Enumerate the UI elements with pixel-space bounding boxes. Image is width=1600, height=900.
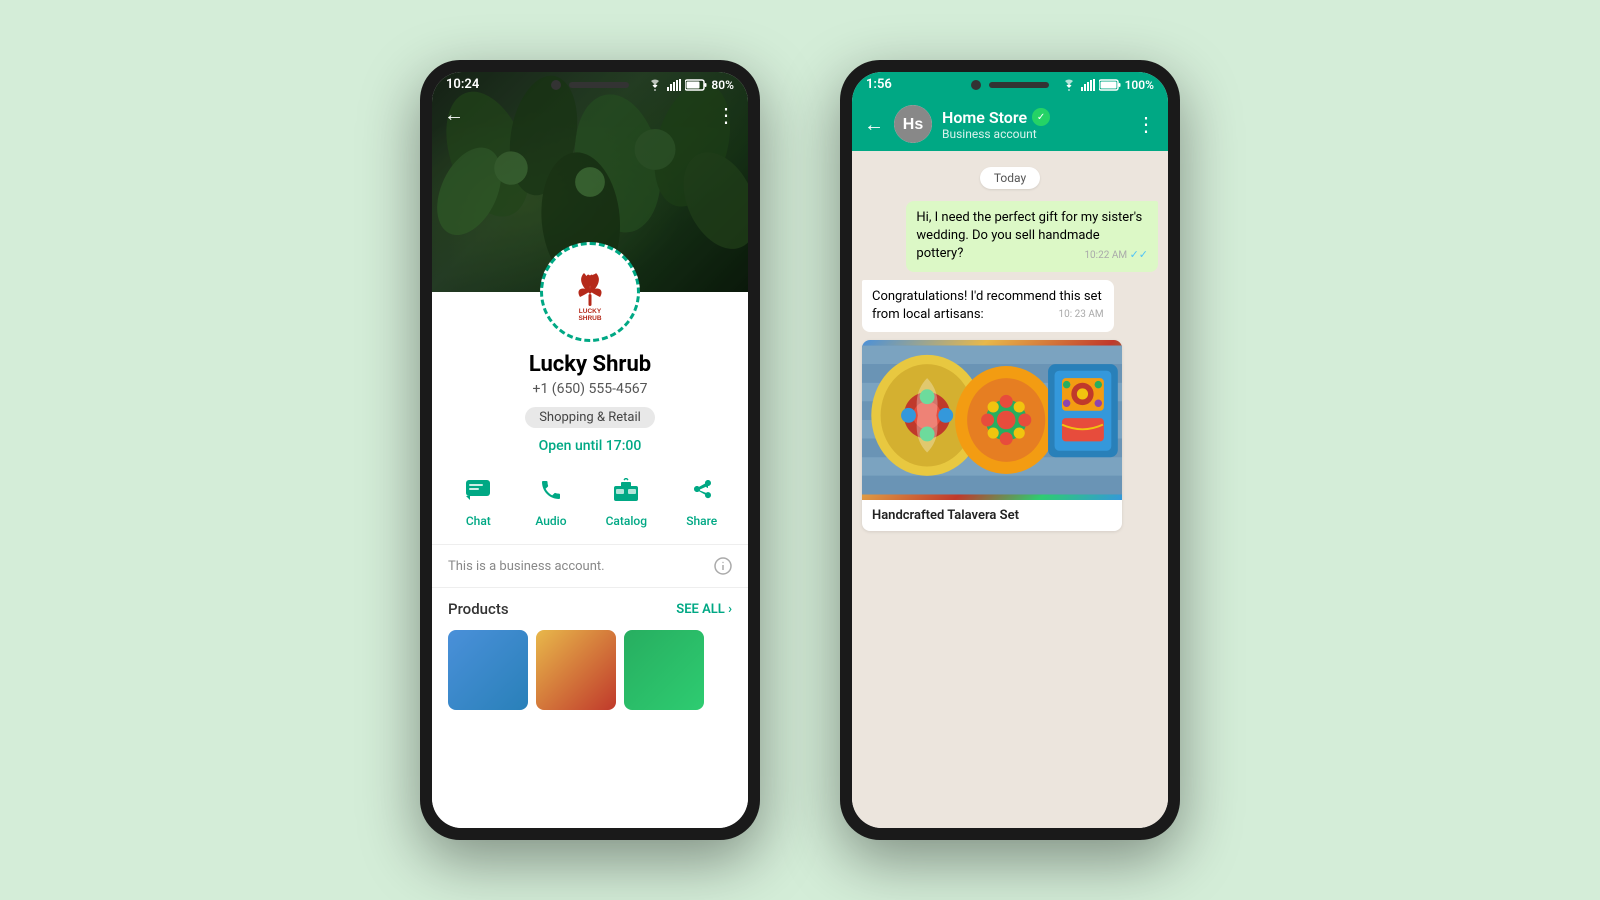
chevron-right-icon: › (728, 602, 732, 617)
see-all-button[interactable]: SEE ALL › (676, 602, 732, 617)
profile-screen: 10:24 (432, 72, 748, 828)
profile-header-bg: 10:24 (432, 72, 748, 292)
share-action-button[interactable]: Share (684, 472, 720, 528)
status-icons-1: 80% (647, 78, 734, 92)
home-store-avatar-svg: Hs (894, 105, 932, 143)
verified-badge: ✓ (1032, 108, 1050, 126)
product-image (862, 340, 1122, 500)
profile-info-section: Lucky Shrub +1 (650) 555-4567 Shopping &… (432, 292, 748, 828)
status-time-1: 10:24 (446, 77, 479, 92)
battery-icon-2 (1099, 79, 1121, 91)
chat-icon (460, 472, 496, 508)
profile-actions: Chat Audio (432, 472, 748, 545)
phone-profile: 10:24 (420, 60, 760, 840)
double-tick-icon: ✓✓ (1130, 248, 1148, 261)
message-time-2: 10: 23 AM (1058, 308, 1103, 322)
pottery-svg (862, 340, 1122, 500)
chat-header: ← Hs Home Store ✓ Business accoun (852, 97, 1168, 151)
battery-text-2: 100% (1125, 78, 1154, 92)
business-phone: +1 (650) 555-4567 (533, 381, 648, 397)
wifi-icon (647, 79, 663, 91)
chat-action-button[interactable]: Chat (460, 472, 496, 528)
catalog-icon (608, 472, 644, 508)
battery-text-1: 80% (711, 78, 734, 92)
business-name: Lucky Shrub (529, 352, 651, 377)
product-thumb-2 (536, 630, 616, 710)
products-section: Products SEE ALL › (432, 588, 748, 630)
status-icons-2: 100% (1061, 78, 1154, 92)
info-icon (714, 557, 732, 575)
chat-more-button[interactable]: ⋮ (1136, 112, 1156, 136)
svg-text:Hs: Hs (903, 116, 924, 133)
product-thumb-3 (624, 630, 704, 710)
message-received-1: Congratulations! I'd recommend this set … (862, 280, 1114, 332)
chat-contact-info: Home Store ✓ Business account (942, 108, 1126, 141)
catalog-action-label: Catalog (606, 514, 647, 528)
profile-back-button[interactable]: ← (444, 102, 464, 127)
profile-avatar: LUCKY SHRUB (540, 242, 640, 342)
signal-icon (667, 79, 681, 91)
share-icon (684, 472, 720, 508)
product-card[interactable]: Handcrafted Talavera Set (862, 340, 1122, 531)
signal-icon-2 (1081, 79, 1095, 91)
contact-name: Home Store (942, 108, 1027, 127)
contact-avatar: Hs (894, 105, 932, 143)
battery-icon (685, 79, 707, 91)
svg-text:LUCKY: LUCKY (579, 308, 602, 315)
chat-screen: 1:56 (852, 72, 1168, 828)
chat-action-label: Chat (466, 514, 491, 528)
catalog-action-button[interactable]: Catalog (606, 472, 647, 528)
speaker-bar-2 (989, 82, 1049, 88)
wifi-icon-2 (1061, 79, 1077, 91)
open-status: Open until 17:00 (539, 438, 642, 454)
svg-text:SHRUB: SHRUB (578, 315, 601, 322)
audio-action-button[interactable]: Audio (533, 472, 569, 528)
lucky-shrub-logo: LUCKY SHRUB (555, 257, 625, 327)
business-note: This is a business account. (432, 545, 748, 588)
product-thumbnails (432, 630, 748, 710)
date-divider: Today (862, 167, 1158, 189)
audio-action-label: Audio (535, 514, 566, 528)
product-name: Handcrafted Talavera Set (862, 500, 1122, 531)
chat-subtitle: Business account (942, 127, 1126, 141)
message-sent-1: Hi, I need the perfect gift for my siste… (906, 201, 1158, 272)
business-category: Shopping & Retail (525, 407, 655, 428)
product-thumb-1 (448, 630, 528, 710)
products-label: Products (448, 600, 509, 618)
chat-back-button[interactable]: ← (864, 112, 884, 137)
message-time-1: 10:22 AM ✓✓ (1084, 247, 1148, 263)
status-time-2: 1:56 (866, 77, 892, 92)
phones-container: 10:24 (420, 60, 1180, 840)
profile-more-button[interactable]: ⋮ (716, 103, 736, 127)
share-action-label: Share (686, 514, 717, 528)
camera-dot-2 (971, 80, 981, 90)
phone-icon (533, 472, 569, 508)
phone-chat: 1:56 (840, 60, 1180, 840)
chat-messages-area: Today Hi, I need the perfect gift for my… (852, 151, 1168, 828)
